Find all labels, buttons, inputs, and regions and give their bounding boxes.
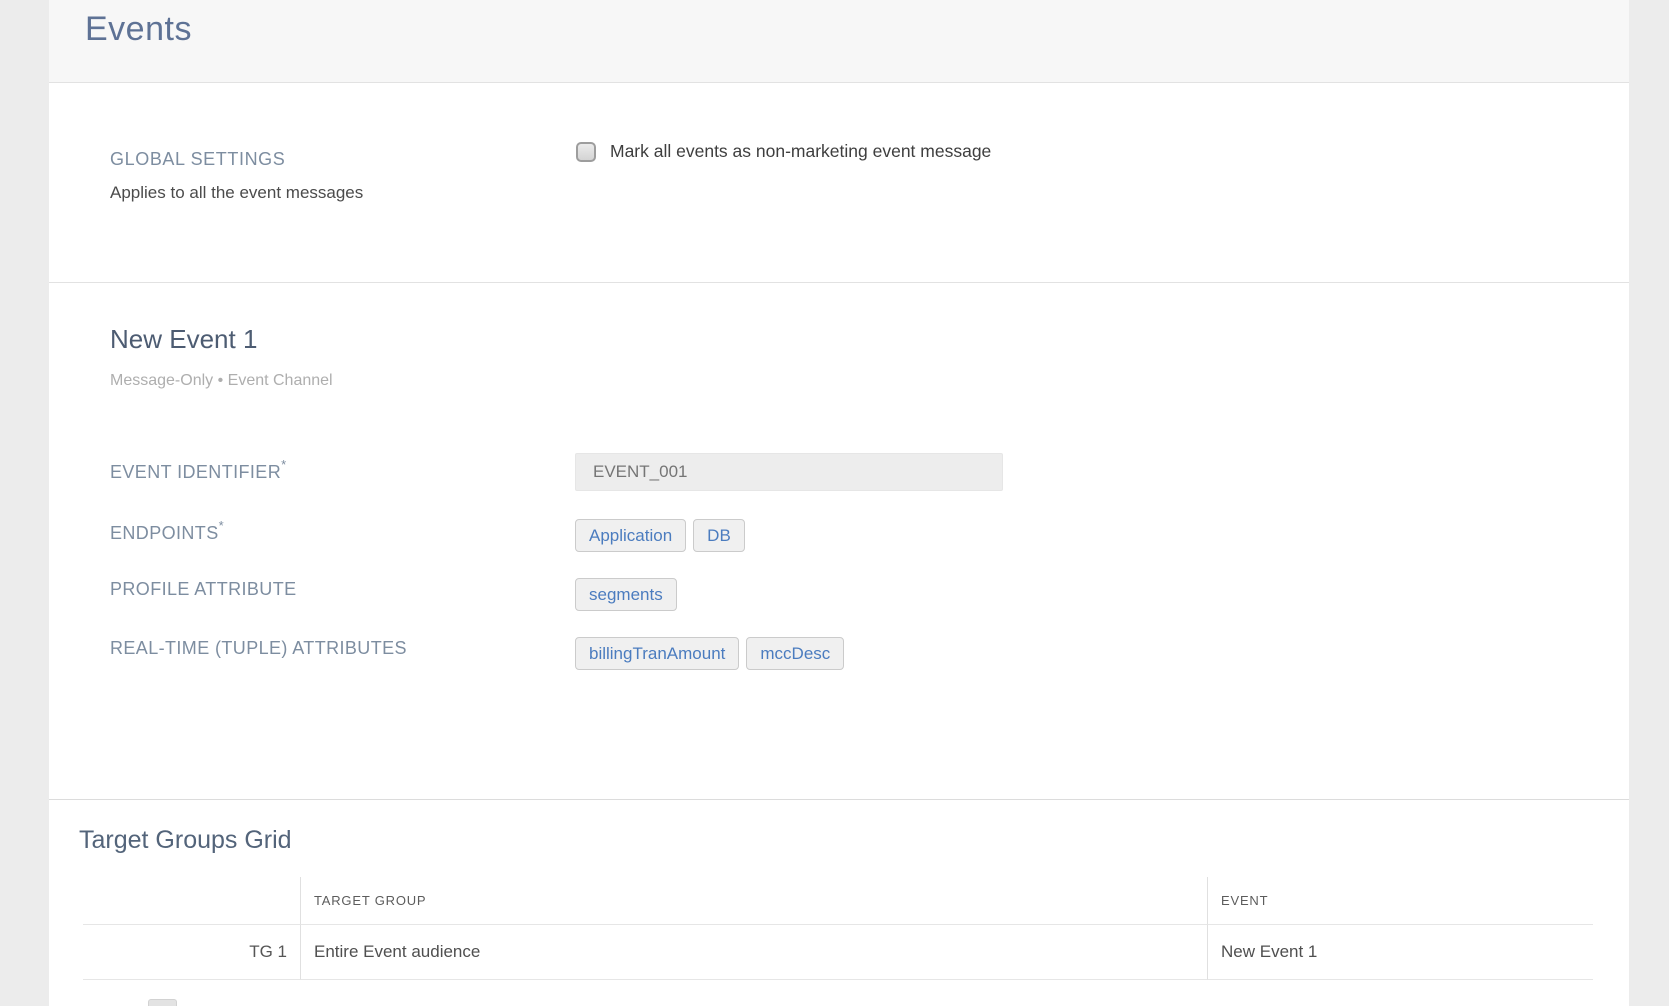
endpoint-chip-application[interactable]: Application <box>575 519 686 552</box>
profile-attribute-chips: segments <box>575 578 677 611</box>
required-asterisk: * <box>281 457 286 472</box>
non-marketing-checkbox[interactable] <box>576 142 596 162</box>
endpoints-label-text: ENDPOINTS <box>110 523 219 543</box>
global-settings-section: GLOBAL SETTINGS Applies to all the event… <box>49 83 1629 283</box>
target-groups-table: TARGET GROUP EVENT TG 1 Entire Event aud… <box>83 877 1593 980</box>
table-row-event[interactable]: New Event 1 <box>1207 925 1593 980</box>
non-marketing-checkbox-row[interactable]: Mark all events as non-marketing event m… <box>576 141 991 162</box>
realtime-attributes-chips: billingTranAmount mccDesc <box>575 637 844 670</box>
profile-attribute-chip-segments[interactable]: segments <box>575 578 677 611</box>
profile-attribute-label: PROFILE ATTRIBUTE <box>110 579 297 600</box>
table-row-id[interactable]: TG 1 <box>83 925 300 980</box>
realtime-chip-billingtranamount[interactable]: billingTranAmount <box>575 637 739 670</box>
page-header: Events <box>49 0 1629 83</box>
partially-visible-element <box>148 999 177 1006</box>
table-header-target-group: TARGET GROUP <box>300 877 1207 925</box>
table-header-id <box>83 877 300 925</box>
event-identifier-label-text: EVENT IDENTIFIER <box>110 462 281 482</box>
event-subtitle: Message-Only • Event Channel <box>110 372 333 390</box>
event-section: New Event 1 Message-Only • Event Channel… <box>49 283 1629 800</box>
realtime-chip-mccdesc[interactable]: mccDesc <box>746 637 844 670</box>
page-title: Events <box>85 10 192 49</box>
endpoints-chips: Application DB <box>575 519 745 552</box>
table-header-event: EVENT <box>1207 877 1593 925</box>
global-settings-label: GLOBAL SETTINGS <box>110 149 285 170</box>
content-area: Events GLOBAL SETTINGS Applies to all th… <box>49 0 1629 1006</box>
endpoint-chip-db[interactable]: DB <box>693 519 745 552</box>
event-identifier-input[interactable] <box>575 453 1003 491</box>
non-marketing-checkbox-label[interactable]: Mark all events as non-marketing event m… <box>610 141 991 162</box>
table-row-target-group[interactable]: Entire Event audience <box>300 925 1207 980</box>
target-groups-title: Target Groups Grid <box>79 826 292 855</box>
event-name: New Event 1 <box>110 324 257 355</box>
global-settings-description: Applies to all the event messages <box>110 183 363 203</box>
target-groups-section: Target Groups Grid TARGET GROUP EVENT TG… <box>49 800 1629 1006</box>
endpoints-label: ENDPOINTS* <box>110 520 224 544</box>
event-identifier-label: EVENT IDENTIFIER* <box>110 459 287 483</box>
required-asterisk: * <box>219 518 224 533</box>
realtime-attributes-label: REAL-TIME (TUPLE) ATTRIBUTES <box>110 638 407 659</box>
